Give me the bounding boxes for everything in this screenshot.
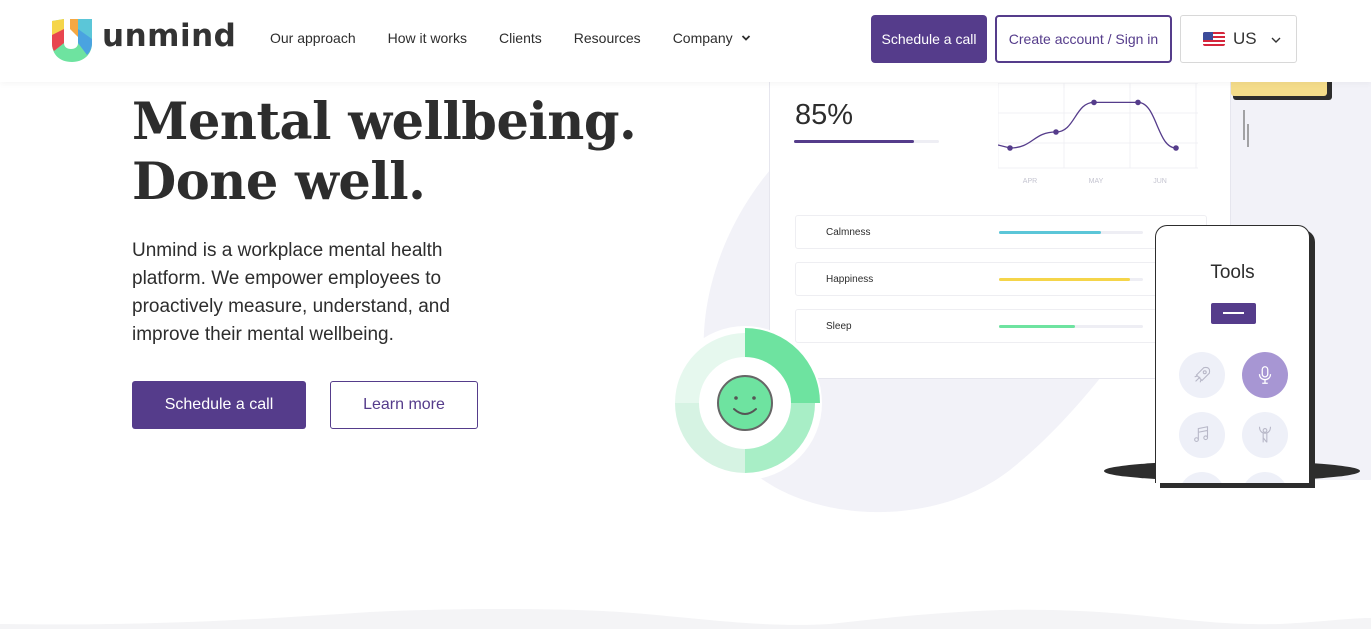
rocket-icon <box>1179 352 1225 398</box>
nav-label: Company <box>672 30 733 46</box>
tool-placeholder-icon <box>1242 472 1288 483</box>
trend-point <box>1007 145 1013 151</box>
score-progress-bar <box>794 140 939 143</box>
microphone-icon <box>1242 352 1288 398</box>
logo-link[interactable]: unmind <box>50 15 236 63</box>
metric-fill <box>999 231 1102 234</box>
metric-label: Calmness <box>826 227 871 238</box>
hero-title-line: Done well. <box>132 152 426 212</box>
locale-value: US <box>1233 29 1257 48</box>
metric-fill <box>999 278 1131 281</box>
nav-label: Resources <box>573 30 641 46</box>
metric-track <box>999 325 1143 328</box>
page: 85% APR MAY JUN Calmness Happiness Sleep <box>0 0 1371 629</box>
bottom-wave <box>0 609 1371 629</box>
trend-chart: APR MAY JUN <box>998 83 1198 185</box>
learn-more-button[interactable]: Learn more <box>330 381 478 429</box>
nav-how-it-works[interactable]: How it works <box>388 30 467 46</box>
mood-donut <box>670 326 822 480</box>
metric-track <box>999 278 1143 281</box>
nav-clients[interactable]: Clients <box>499 30 542 46</box>
metric-fill <box>999 325 1076 328</box>
phone-title: Tools <box>1210 262 1255 283</box>
chart-x-label: JUN <box>1153 178 1167 185</box>
nav-label: Our approach <box>270 30 356 46</box>
trend-point <box>1173 145 1179 151</box>
chart-x-label: MAY <box>1089 178 1104 185</box>
nav-label: Clients <box>498 30 542 46</box>
chart-x-label: APR <box>1023 178 1037 185</box>
nav-resources[interactable]: Resources <box>574 30 641 46</box>
header-schedule-call-button[interactable]: Schedule a call <box>871 15 987 63</box>
yoga-person-icon <box>1242 412 1288 458</box>
trend-line <box>998 101 1177 149</box>
locale-select[interactable]: US <box>1180 15 1297 63</box>
unmind-logo-icon <box>52 19 92 62</box>
phone-menu-button <box>1211 303 1256 324</box>
metric-track <box>999 231 1143 234</box>
nav-our-approach[interactable]: Our approach <box>270 30 356 46</box>
score-progress-fill <box>794 140 915 143</box>
music-note-icon <box>1179 412 1225 458</box>
metric-row-happiness: Happiness <box>795 262 1207 296</box>
us-flag-icon <box>1203 32 1225 46</box>
chevron-down-icon <box>741 35 750 41</box>
schedule-call-button[interactable]: Schedule a call <box>132 381 306 429</box>
trend-point <box>1053 129 1059 135</box>
score-value: 85% <box>795 99 854 131</box>
brand-name: unmind <box>102 17 237 54</box>
hero-description: Unmind is a workplace mental health plat… <box>132 240 450 345</box>
nav-label: How it works <box>387 30 467 46</box>
tool-placeholder-icon <box>1179 472 1225 483</box>
hero-title-line: Mental wellbeing. <box>132 92 637 152</box>
phone-mockup: Tools <box>1155 225 1310 483</box>
metric-label: Happiness <box>826 274 874 285</box>
trend-point <box>1091 99 1097 106</box>
smiley-face-icon <box>717 375 773 431</box>
trend-point <box>1135 99 1141 106</box>
metric-row-calmness: Calmness <box>795 215 1207 249</box>
chevron-down-icon <box>1271 37 1281 43</box>
hero-title: Mental wellbeing. Done well. <box>132 92 637 212</box>
main-nav: Our approach How it works Clients Resour… <box>270 30 783 46</box>
create-account-sign-in-button[interactable]: Create account / Sign in <box>995 15 1172 63</box>
metric-row-sleep: Sleep <box>795 309 1207 343</box>
nav-company-dropdown[interactable]: Company <box>673 30 751 46</box>
site-header: unmind Our approach How it works Clients… <box>0 0 1371 82</box>
